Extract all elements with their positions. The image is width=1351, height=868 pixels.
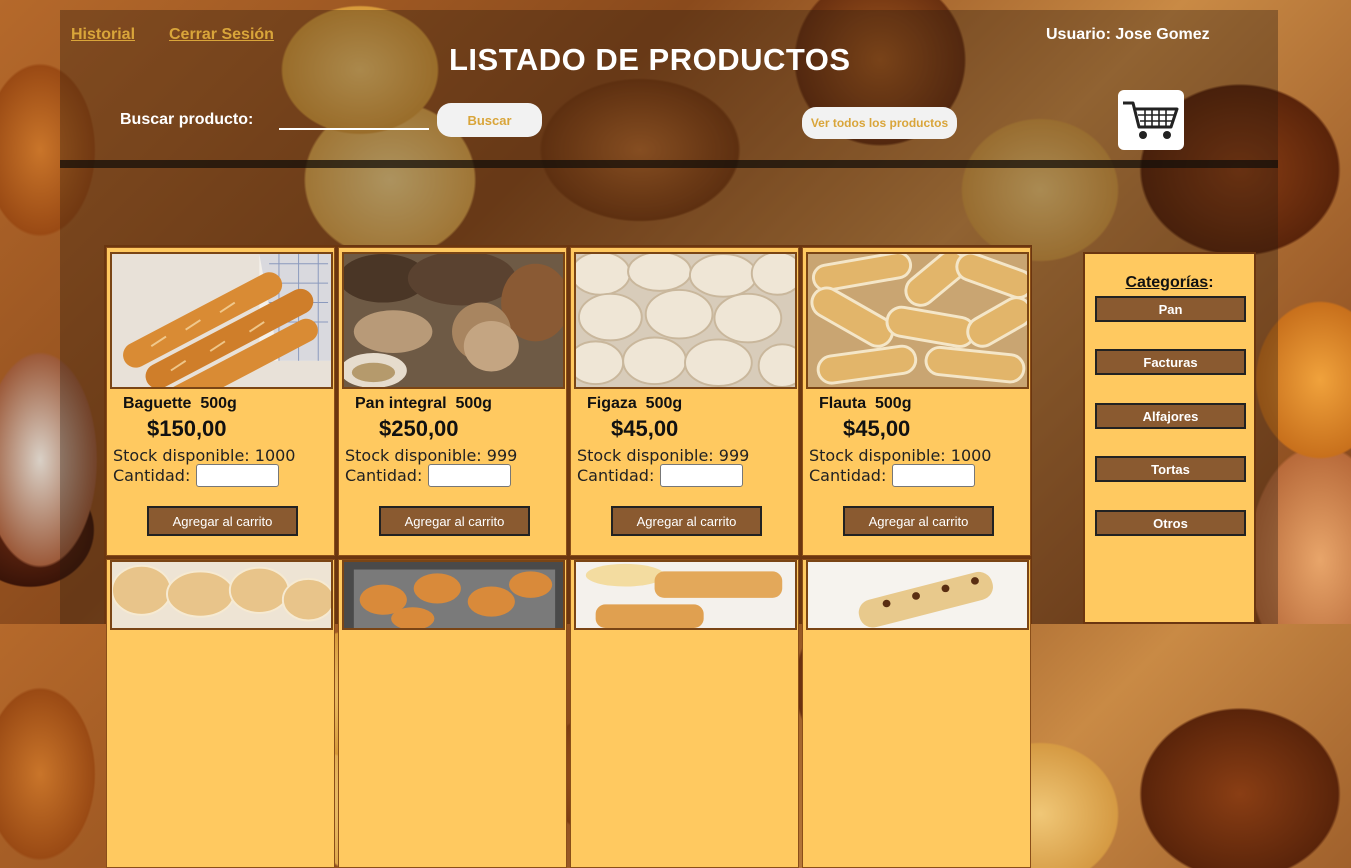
product-price: $150,00 xyxy=(147,416,227,441)
product-card-row2-3 xyxy=(570,559,799,868)
logout-link[interactable]: Cerrar Sesión xyxy=(169,26,274,44)
quantity-label: Cantidad: xyxy=(577,466,655,485)
product-image-figaza xyxy=(574,252,797,389)
product-name: Flauta 500g xyxy=(819,395,912,412)
quantity-label: Cantidad: xyxy=(345,466,423,485)
product-stock: Stock disponible: 1000 xyxy=(113,446,296,465)
product-image-pan-integral xyxy=(342,252,565,389)
product-image xyxy=(574,560,797,630)
product-image-baguette xyxy=(110,252,333,389)
cart-button[interactable] xyxy=(1118,90,1184,150)
quantity-row: Cantidad: xyxy=(577,464,744,487)
quantity-label: Cantidad: xyxy=(113,466,191,485)
category-otros-button[interactable]: Otros xyxy=(1095,510,1246,536)
product-card-baguette: Baguette 500g $150,00 Stock disponible: … xyxy=(106,247,335,556)
quantity-input[interactable] xyxy=(660,464,744,487)
shopping-cart-icon xyxy=(1123,101,1179,139)
view-all-button[interactable]: Ver todos los productos xyxy=(802,107,957,139)
search-input[interactable] xyxy=(279,110,429,130)
product-price: $45,00 xyxy=(611,416,679,441)
search-button[interactable]: Buscar xyxy=(437,103,542,137)
product-image xyxy=(806,560,1029,630)
product-grid: Baguette 500g $150,00 Stock disponible: … xyxy=(104,245,1032,868)
quantity-input[interactable] xyxy=(892,464,976,487)
user-label: Usuario: Jose Gomez xyxy=(1046,26,1210,43)
product-stock: Stock disponible: 999 xyxy=(345,446,518,465)
product-card-flauta: Flauta 500g $45,00 Stock disponible: 100… xyxy=(802,247,1031,556)
category-facturas-button[interactable]: Facturas xyxy=(1095,349,1246,375)
product-image-flauta xyxy=(806,252,1029,389)
quantity-input[interactable] xyxy=(196,464,280,487)
quantity-row: Cantidad: xyxy=(809,464,976,487)
product-stock: Stock disponible: 1000 xyxy=(809,446,992,465)
product-stock: Stock disponible: 999 xyxy=(577,446,750,465)
quantity-row: Cantidad: xyxy=(345,464,512,487)
product-card-row2-2 xyxy=(338,559,567,868)
categories-title: Categorías: xyxy=(1125,274,1214,291)
product-card-row2-4 xyxy=(802,559,1031,868)
quantity-row: Cantidad: xyxy=(113,464,280,487)
product-name: Figaza 500g xyxy=(587,395,683,412)
category-tortas-button[interactable]: Tortas xyxy=(1095,456,1246,482)
add-to-cart-button[interactable]: Agregar al carrito xyxy=(843,506,994,536)
historial-link[interactable]: Historial xyxy=(71,26,135,44)
product-card-pan-integral: Pan integral 500g $250,00 Stock disponib… xyxy=(338,247,567,556)
quantity-label: Cantidad: xyxy=(809,466,887,485)
product-price: $45,00 xyxy=(843,416,911,441)
product-price: $250,00 xyxy=(379,416,459,441)
categories-sidebar: Categorías: Pan Facturas Alfajores Torta… xyxy=(1083,252,1256,624)
header-divider xyxy=(60,160,1278,168)
product-image xyxy=(342,560,565,630)
product-card-row2-1 xyxy=(106,559,335,868)
product-card-figaza: Figaza 500g $45,00 Stock disponible: 999… xyxy=(570,247,799,556)
category-pan-button[interactable]: Pan xyxy=(1095,296,1246,322)
product-name: Pan integral 500g xyxy=(355,395,492,412)
category-alfajores-button[interactable]: Alfajores xyxy=(1095,403,1246,429)
quantity-input[interactable] xyxy=(428,464,512,487)
product-name: Baguette 500g xyxy=(123,395,237,412)
add-to-cart-button[interactable]: Agregar al carrito xyxy=(379,506,530,536)
search-label: Buscar producto: xyxy=(120,111,254,128)
add-to-cart-button[interactable]: Agregar al carrito xyxy=(611,506,762,536)
page-title: LISTADO DE PRODUCTOS xyxy=(449,42,851,77)
product-image xyxy=(110,560,333,630)
add-to-cart-button[interactable]: Agregar al carrito xyxy=(147,506,298,536)
